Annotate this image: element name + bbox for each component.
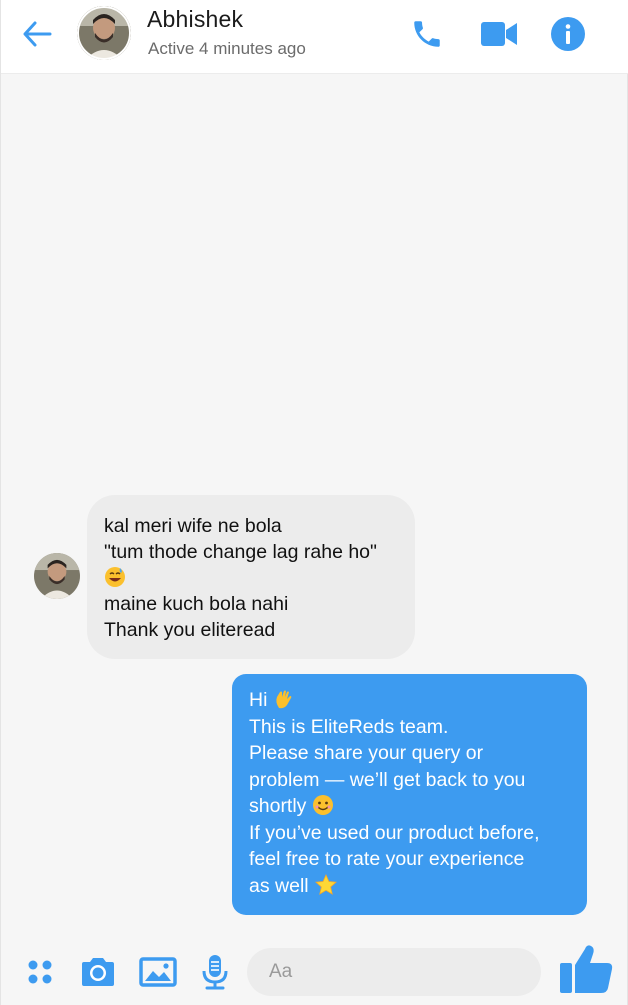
sender-avatar[interactable] xyxy=(34,553,80,599)
message-line: Please share your query or xyxy=(249,742,484,764)
chat-header: Abhishek Active 4 minutes ago xyxy=(1,0,628,74)
avatar-image xyxy=(77,6,131,60)
star-emoji xyxy=(314,873,337,895)
message-line: This is EliteReds team. xyxy=(249,715,449,738)
info-icon xyxy=(551,17,585,51)
four-dots-icon xyxy=(28,960,52,984)
message-line: If you’ve used our product before, xyxy=(249,821,540,844)
grinning-sweat-emoji xyxy=(105,567,125,587)
camera-button[interactable] xyxy=(78,952,118,992)
message-line: Thank you eliteread xyxy=(104,619,276,641)
outgoing-message-bubble[interactable]: Hi This is EliteReds team. Please share … xyxy=(232,674,587,915)
message-input[interactable] xyxy=(247,948,541,996)
conversation-info-button[interactable] xyxy=(548,14,588,54)
gallery-button[interactable] xyxy=(138,952,178,992)
microphone-icon xyxy=(202,955,228,990)
video-call-button[interactable] xyxy=(479,14,519,54)
message-line: "tum thode change lag rahe ho" xyxy=(104,541,377,563)
more-actions-button[interactable] xyxy=(20,952,60,992)
like-button[interactable] xyxy=(555,940,617,998)
arrow-left-icon xyxy=(23,21,52,47)
phone-icon xyxy=(414,21,440,47)
message-text: Hi xyxy=(249,689,268,711)
message-text: as well xyxy=(249,874,309,897)
message-line: maine kuch bola nahi xyxy=(104,593,289,615)
waving-hand-emoji xyxy=(276,690,292,709)
message-line: as well xyxy=(249,873,575,900)
contact-active-status: Active 4 minutes ago xyxy=(148,39,306,58)
image-icon xyxy=(139,957,177,987)
message-text: shortly xyxy=(249,795,307,817)
back-button[interactable] xyxy=(17,14,57,54)
contact-name[interactable]: Abhishek xyxy=(147,6,243,33)
message-line: kal meri wife ne bola xyxy=(104,515,282,537)
voice-call-button[interactable] xyxy=(407,14,447,54)
chat-screen: Abhishek Active 4 minutes ago kal meri w… xyxy=(0,0,628,1005)
avatar-image xyxy=(34,553,80,599)
camera-icon xyxy=(82,958,114,986)
message-line: feel free to rate your experience xyxy=(249,848,525,870)
contact-avatar[interactable] xyxy=(77,6,131,60)
message-line: problem — we’ll get back to you xyxy=(249,768,526,791)
video-camera-icon xyxy=(481,22,517,46)
voice-message-button[interactable] xyxy=(195,952,235,992)
thumbs-up-icon xyxy=(560,945,613,993)
message-composer xyxy=(1,938,628,1005)
message-line: shortly xyxy=(249,793,575,820)
smiling-face-emoji xyxy=(313,795,334,815)
message-line: Hi xyxy=(249,687,575,714)
incoming-message-bubble[interactable]: kal meri wife ne bola "tum thode change … xyxy=(87,495,415,659)
message-line-emoji xyxy=(104,565,399,591)
